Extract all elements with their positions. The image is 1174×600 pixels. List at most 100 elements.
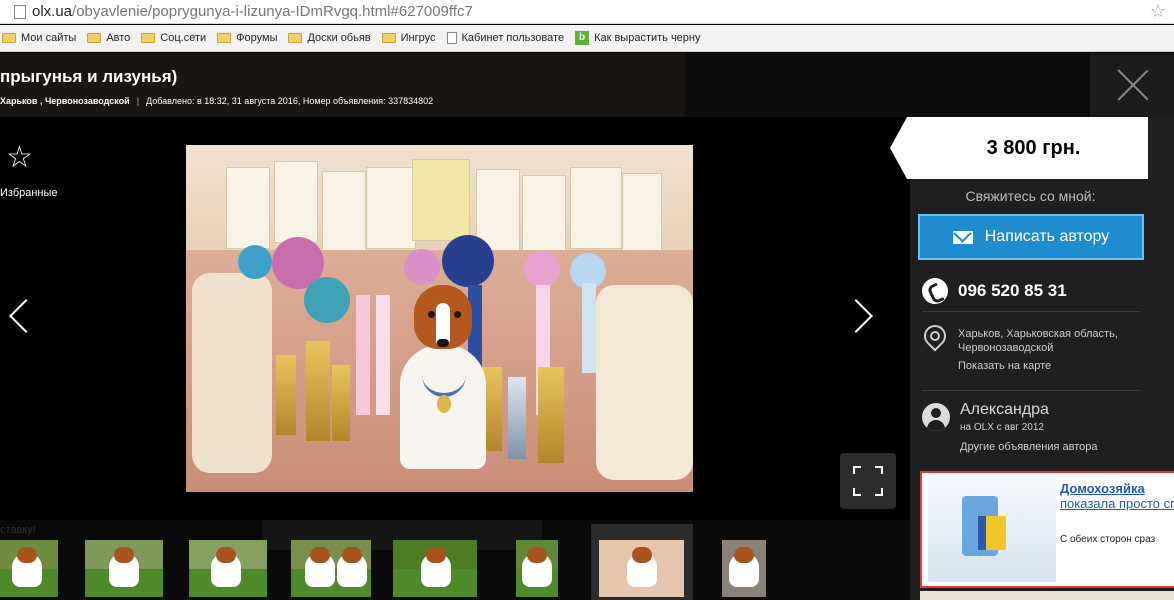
thumbnail-hint: ставку! bbox=[0, 524, 36, 536]
photo-trophy bbox=[538, 367, 564, 463]
other-ads-link[interactable]: Другие объявления автора bbox=[960, 441, 1098, 453]
phone-icon bbox=[922, 278, 948, 304]
address-bar[interactable]: olx.ua/obyavlenie/poprygunya-i-lizunya-I… bbox=[0, 0, 1174, 24]
folder-icon bbox=[381, 33, 396, 43]
prev-photo-button[interactable] bbox=[10, 298, 26, 338]
photo-rosette bbox=[304, 277, 350, 323]
divider bbox=[922, 311, 1141, 312]
advert-image bbox=[928, 478, 1056, 582]
folder-icon bbox=[2, 33, 16, 43]
write-author-label: Написать автору bbox=[984, 228, 1110, 245]
meta-separator: | bbox=[136, 96, 140, 106]
price-tag: 3 800 грн. bbox=[890, 117, 1148, 179]
thumbnail[interactable] bbox=[189, 540, 267, 597]
thumbnail-dog bbox=[305, 547, 335, 587]
location-pin-icon bbox=[922, 325, 946, 361]
listing-title: прыгунья и лизунья) bbox=[0, 67, 178, 86]
divider bbox=[922, 390, 1141, 391]
photo-pillow bbox=[596, 285, 693, 480]
thumbnail[interactable] bbox=[0, 540, 58, 597]
photo-certificate bbox=[570, 167, 622, 249]
photo-certificate bbox=[622, 173, 662, 255]
folder-icon bbox=[217, 33, 232, 43]
thumbnail[interactable] bbox=[291, 540, 371, 597]
bookmark-star-icon[interactable]: ☆ bbox=[1150, 1, 1166, 22]
bookmark-folder-social[interactable]: Соц.сети bbox=[141, 32, 206, 44]
dog-medal bbox=[437, 395, 451, 413]
thumbnail-selected[interactable] bbox=[599, 540, 684, 597]
expand-corner-icon bbox=[853, 466, 861, 474]
url-text[interactable]: olx.ua/obyavlenie/poprygunya-i-lizunya-I… bbox=[32, 3, 473, 20]
page-icon bbox=[14, 4, 26, 19]
fullscreen-button[interactable] bbox=[840, 453, 896, 509]
advert-banner[interactable]: Домохозяйка показала просто способ мыть … bbox=[920, 471, 1174, 588]
photo-trophy bbox=[276, 355, 296, 435]
bookmark-folder-my-sites[interactable]: Мои сайты bbox=[2, 32, 76, 44]
folder-icon bbox=[87, 33, 102, 43]
photo-trophy bbox=[508, 377, 526, 459]
favorite-button[interactable]: ☆ Избранные bbox=[0, 141, 58, 200]
photo-rosette bbox=[404, 249, 440, 285]
close-button[interactable] bbox=[1090, 53, 1174, 117]
thumbnail-dog bbox=[421, 547, 451, 587]
expand-corner-icon bbox=[875, 488, 883, 496]
location-text: Харьков, Харьковская область, Червонозав… bbox=[958, 328, 1118, 354]
folder-icon bbox=[288, 33, 303, 43]
photo-ribbon bbox=[376, 295, 390, 415]
thumbnail[interactable] bbox=[516, 540, 558, 597]
photo-certificate bbox=[322, 171, 366, 253]
thumbnail[interactable] bbox=[85, 540, 163, 597]
photo-trophy bbox=[332, 365, 350, 441]
photo-ribbon bbox=[582, 283, 596, 373]
advert-subtitle[interactable]: показала просто способ мыть окн bbox=[1060, 497, 1174, 511]
bookmark-folder-boards[interactable]: Доски обьяв bbox=[288, 32, 371, 44]
photo-certificate bbox=[412, 159, 470, 241]
star-icon: ☆ bbox=[6, 141, 33, 174]
main-photo bbox=[186, 145, 693, 492]
phone-row[interactable]: 096 520 85 31 bbox=[922, 278, 1067, 304]
advert-title[interactable]: Домохозяйка bbox=[1060, 481, 1145, 496]
advert-description: С обеих сторон сраз bbox=[1060, 534, 1156, 545]
thumbnail[interactable] bbox=[722, 540, 766, 597]
photo-certificate bbox=[274, 161, 318, 243]
thumbnail-dog bbox=[211, 547, 241, 587]
photo-ribbon bbox=[356, 295, 370, 415]
photo-certificate bbox=[522, 175, 566, 257]
gallery-overlay: прыгунья и лизунья) Харьков , Червонозав… bbox=[0, 53, 1174, 600]
folder-icon bbox=[141, 33, 156, 43]
dog-eye bbox=[454, 311, 461, 318]
thumbnail-dog bbox=[12, 547, 42, 587]
user-avatar-icon bbox=[922, 403, 950, 431]
advert-banner-2[interactable] bbox=[920, 591, 1174, 600]
thumbnail-dog bbox=[109, 547, 139, 587]
photo-rosette bbox=[524, 251, 560, 287]
photo-dog bbox=[394, 285, 492, 469]
bookmark-folder-ingrus[interactable]: Ингрус bbox=[381, 32, 436, 44]
bookmark-folder-auto[interactable]: Авто bbox=[87, 32, 130, 44]
next-photo-button[interactable] bbox=[856, 298, 872, 338]
bookmark-cabinet[interactable]: Кабинет пользовате bbox=[446, 32, 564, 44]
write-author-button[interactable]: Написать автору bbox=[918, 214, 1144, 260]
advert-sponge bbox=[978, 516, 1006, 550]
user-since: на OLX с авг 2012 bbox=[960, 422, 1044, 433]
listing-meta: Харьков , Червонозаводской | Добавлено: в … bbox=[0, 96, 433, 106]
thumbnail-dog bbox=[337, 547, 367, 587]
page-icon bbox=[446, 32, 457, 44]
bookmark-grow[interactable]: b Как вырастить черну bbox=[575, 31, 701, 45]
bookmark-folder-forums[interactable]: Форумы bbox=[217, 32, 277, 44]
listing-location: Харьков , Червонозаводской bbox=[0, 96, 130, 106]
listing-added: Добавлено: в 18:32, 31 августа 2016, Ном… bbox=[146, 96, 434, 106]
expand-corner-icon bbox=[853, 488, 861, 496]
expand-corner-icon bbox=[875, 466, 883, 474]
thumbnail-dog bbox=[627, 547, 657, 587]
phone-number: 096 520 85 31 bbox=[958, 281, 1067, 300]
thumbnail[interactable] bbox=[393, 540, 477, 597]
photo-trophy bbox=[306, 341, 330, 441]
photo-rosette bbox=[442, 235, 494, 287]
dog-eye bbox=[428, 311, 435, 318]
envelope-icon bbox=[952, 230, 973, 244]
show-on-map-link[interactable]: Показать на карте bbox=[958, 360, 1051, 372]
thumbnail-dog bbox=[522, 547, 552, 587]
contact-label: Свяжитесь со мной: bbox=[965, 188, 1096, 204]
photo-rosette bbox=[238, 245, 272, 279]
